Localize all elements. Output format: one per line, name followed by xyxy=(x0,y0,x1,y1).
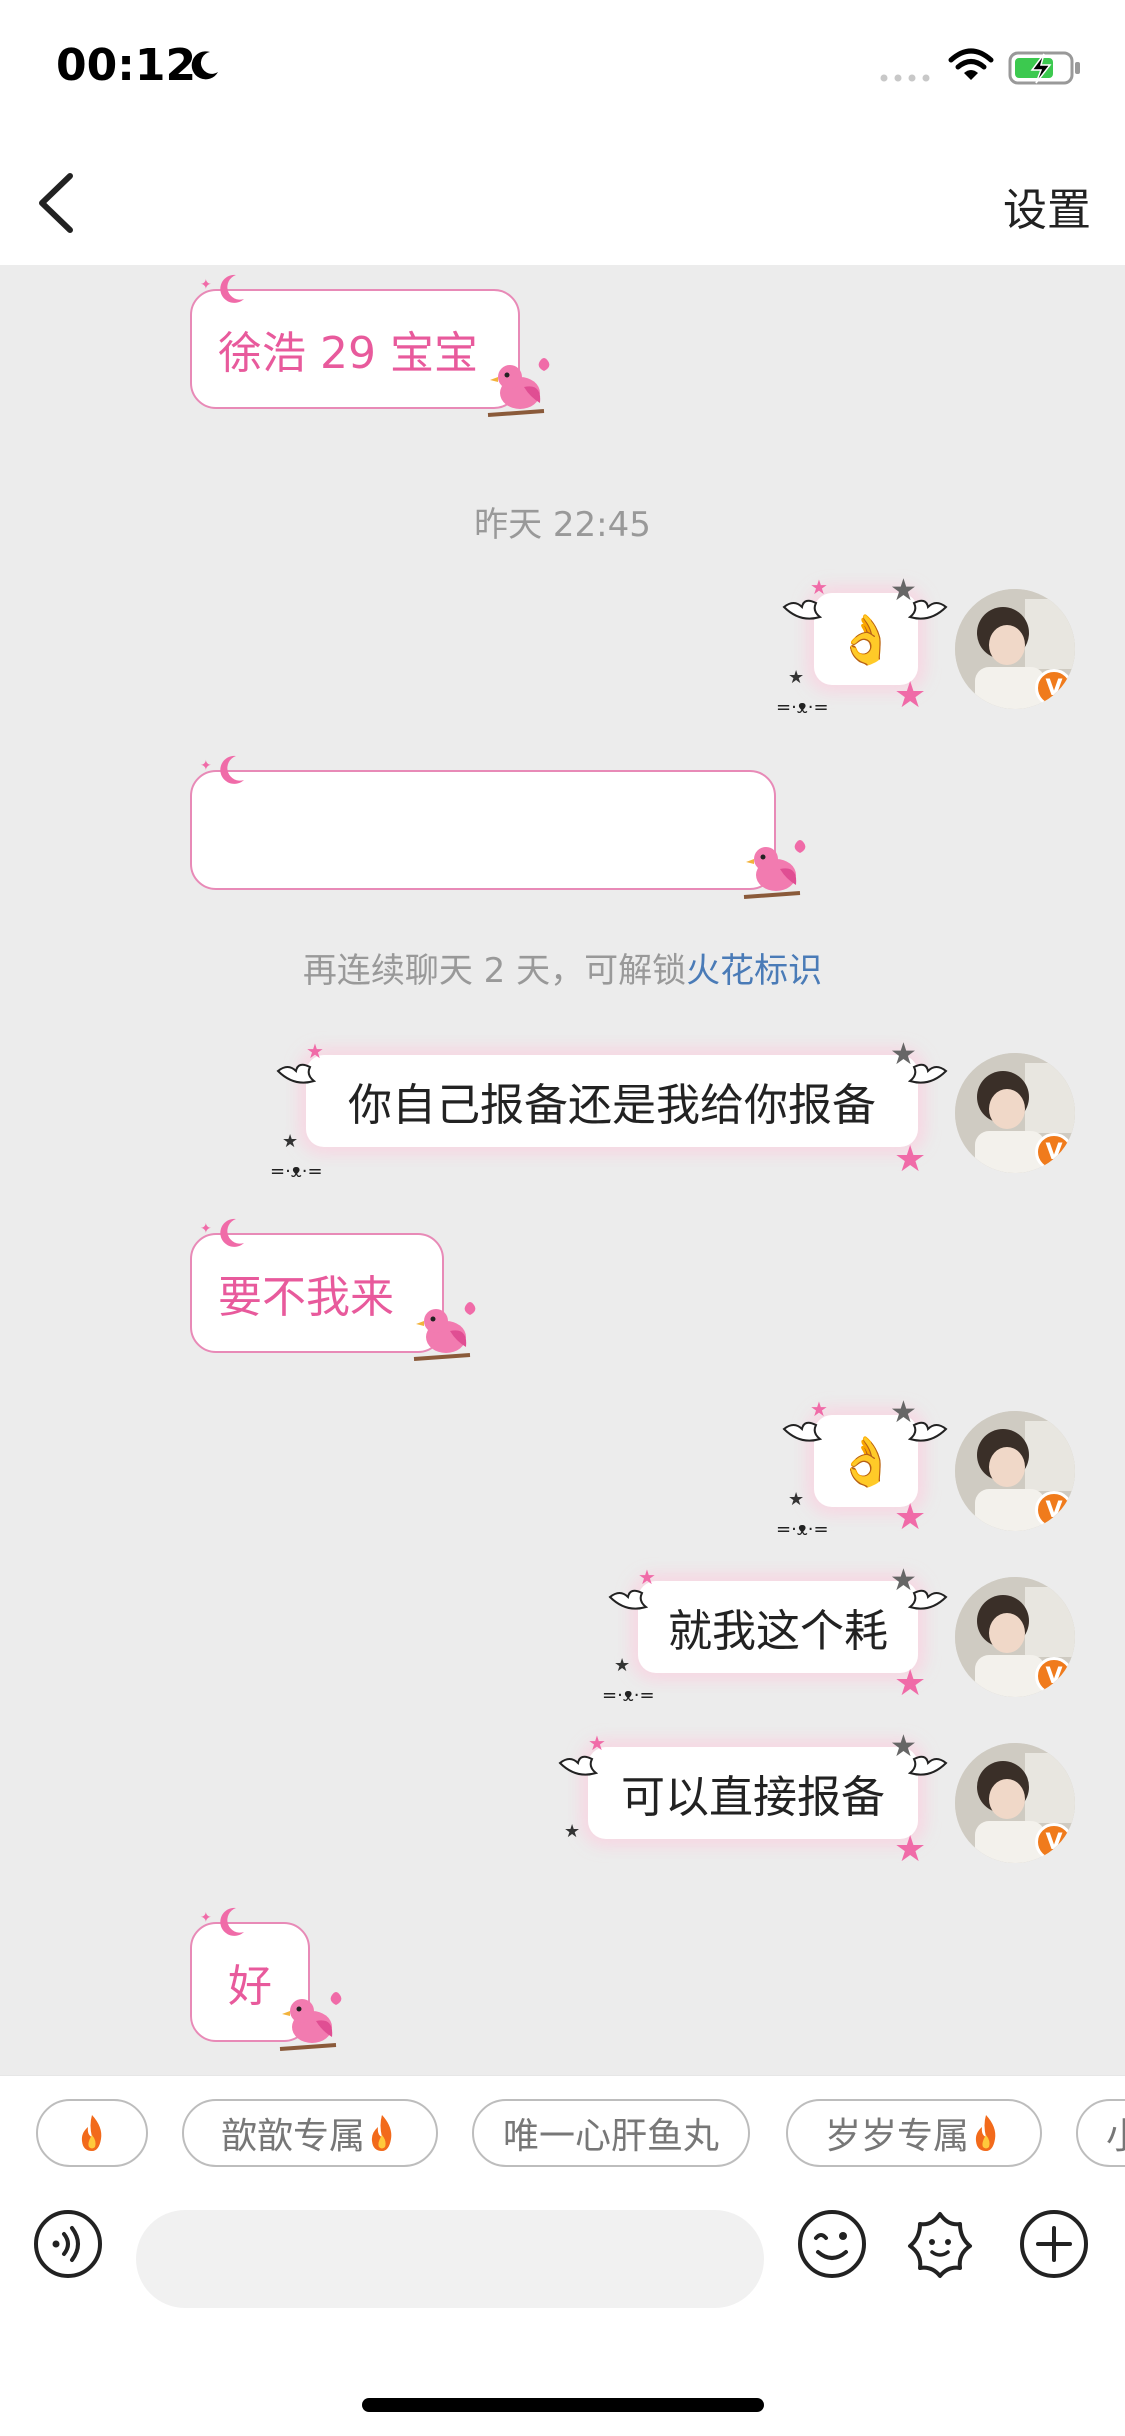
star-decoration: ★ xyxy=(890,1037,917,1072)
moon-decoration-icon: ✦ xyxy=(200,755,244,784)
star-decoration: ★ xyxy=(894,1139,927,1180)
avatar[interactable]: V xyxy=(955,1743,1075,1863)
pink-bird-decoration-icon xyxy=(487,358,550,417)
quick-reply-chip[interactable]: 唯一心肝鱼丸 xyxy=(472,2099,750,2167)
message-bubble-sent[interactable]: 就我这个耗 xyxy=(638,1581,918,1673)
message-emoji: 👌 xyxy=(836,1433,896,1490)
voice-input-icon[interactable] xyxy=(32,2208,104,2280)
system-message-text: 再连续聊天 2 天，可解锁 xyxy=(302,951,687,991)
quick-reply-label: 歆歆专属 xyxy=(220,2116,365,2157)
fire-icon xyxy=(371,2115,392,2151)
chat-area[interactable]: ✦ 徐浩 29 宝宝 昨天 22:45 👌 ★ ★ ★ ★ =·ᴥ·= V ✦ … xyxy=(0,265,1125,2075)
wifi-icon xyxy=(948,48,994,80)
pink-bird-decoration-icon xyxy=(413,1302,476,1361)
face-decoration: =·ᴥ·= xyxy=(602,1685,655,1706)
star-decoration: ★ xyxy=(788,1489,805,1510)
system-message: 再连续聊天 2 天，可解锁火花标识 xyxy=(0,943,1125,992)
verified-badge-icon: V xyxy=(1035,1823,1073,1861)
svg-text:✦: ✦ xyxy=(200,1221,212,1237)
avatar[interactable]: V xyxy=(955,1053,1075,1173)
star-decoration: ★ xyxy=(894,1497,927,1538)
svg-text:✦: ✦ xyxy=(200,758,212,774)
quick-reply-chip[interactable]: 小 xyxy=(1076,2099,1125,2167)
quick-reply-chip[interactable] xyxy=(36,2099,148,2167)
message-text: 就我这个耗 xyxy=(668,1606,888,1657)
message-text: 好 xyxy=(228,1961,272,2012)
back-arrow-icon[interactable] xyxy=(30,168,80,238)
face-decoration: =·ᴥ·= xyxy=(776,697,829,718)
pink-bird-decoration-icon xyxy=(743,840,806,899)
settings-button[interactable]: 设置 xyxy=(1003,174,1091,238)
quick-reply-bar[interactable]: 歆歆专属 唯一心肝鱼丸 岁岁专属 小 xyxy=(0,2075,1125,2196)
quick-reply-label: 小 xyxy=(1106,2107,1125,2159)
star-decoration: ★ xyxy=(638,1565,656,1589)
battery-charging-icon xyxy=(1008,51,1080,85)
verified-badge-icon: V xyxy=(1035,1133,1073,1171)
star-decoration: ★ xyxy=(282,1131,299,1152)
quick-reply-chip[interactable]: 岁岁专属 xyxy=(786,2099,1042,2167)
cellular-signal-icon xyxy=(880,74,930,82)
spark-badge-link[interactable]: 火花标识 xyxy=(686,951,822,991)
message-text: 你自己报备还是我给你报备 xyxy=(348,1080,876,1131)
message-bubble-sent[interactable]: 可以直接报备 xyxy=(588,1747,918,1839)
svg-text:✦: ✦ xyxy=(200,277,212,293)
star-decoration: ★ xyxy=(890,1563,917,1598)
message-bubble-received[interactable]: ✦ xyxy=(190,755,776,890)
timestamp: 昨天 22:45 xyxy=(474,505,651,545)
star-decoration: ★ xyxy=(894,1663,927,1704)
star-decoration: ★ xyxy=(614,1655,631,1676)
moon-icon xyxy=(191,51,218,80)
star-decoration: ★ xyxy=(894,675,927,716)
quick-reply-label: 岁岁专属 xyxy=(824,2116,969,2157)
star-decoration: ★ xyxy=(894,1829,927,1870)
message-emoji: 👌 xyxy=(836,611,896,668)
emoji-icon[interactable] xyxy=(796,2208,868,2280)
add-icon[interactable] xyxy=(1018,2208,1090,2280)
pink-bird-decoration-icon xyxy=(279,1992,342,2051)
message-input[interactable] xyxy=(136,2210,764,2308)
star-decoration: ★ xyxy=(810,1397,828,1421)
moon-decoration-icon: ✦ xyxy=(200,1218,244,1247)
status-bar: 00:12 xyxy=(0,0,1125,140)
quick-reply-label: 唯一心肝鱼丸 xyxy=(502,2116,719,2157)
star-decoration: ★ xyxy=(564,1821,581,1842)
avatar[interactable]: V xyxy=(955,1411,1075,1531)
message-bubble-sent[interactable]: 你自己报备还是我给你报备 xyxy=(306,1055,918,1147)
face-decoration: =·ᴥ·= xyxy=(270,1161,323,1182)
nav-bar: 设置 xyxy=(0,140,1125,265)
avatar[interactable]: V xyxy=(955,589,1075,709)
face-decoration: =·ᴥ·= xyxy=(776,1519,829,1540)
star-decoration: ★ xyxy=(810,575,828,599)
verified-badge-icon: V xyxy=(1035,1657,1073,1695)
fire-icon xyxy=(81,2115,102,2151)
star-decoration: ★ xyxy=(890,1729,917,1764)
message-bubble-received[interactable]: ✦ 徐浩 29 宝宝 xyxy=(190,274,520,409)
star-decoration: ★ xyxy=(306,1039,324,1063)
star-decoration: ★ xyxy=(588,1731,606,1755)
message-bubble-received[interactable]: ✦ 要不我来 xyxy=(190,1218,444,1353)
home-indicator xyxy=(362,2398,764,2412)
message-text: 徐浩 29 宝宝 xyxy=(218,328,478,379)
quick-reply-chip[interactable]: 歆歆专属 xyxy=(182,2099,438,2167)
star-decoration: ★ xyxy=(890,573,917,608)
svg-text:✦: ✦ xyxy=(200,1910,212,1926)
message-text: 要不我来 xyxy=(218,1272,394,1323)
moon-decoration-icon: ✦ xyxy=(200,274,244,303)
verified-badge-icon: V xyxy=(1035,1491,1073,1529)
star-decoration: ★ xyxy=(788,667,805,688)
message-text: 可以直接报备 xyxy=(621,1772,885,1823)
verified-badge-icon: V xyxy=(1035,669,1073,707)
status-time: 00:12 xyxy=(56,40,197,91)
avatar[interactable]: V xyxy=(955,1577,1075,1697)
star-decoration: ★ xyxy=(890,1395,917,1430)
fire-icon xyxy=(975,2115,996,2151)
sticker-icon[interactable] xyxy=(904,2208,976,2280)
moon-decoration-icon: ✦ xyxy=(200,1907,244,1936)
